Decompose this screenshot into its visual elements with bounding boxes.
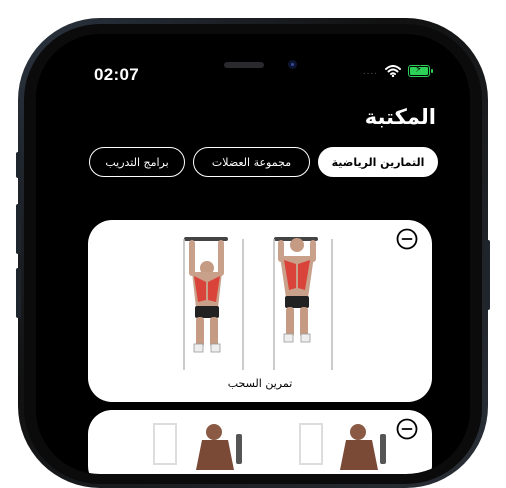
tab-exercises[interactable]: التمارين الرياضية xyxy=(318,147,438,177)
volume-up-button xyxy=(16,204,21,254)
side-button-left xyxy=(16,152,21,178)
exercise-card[interactable] xyxy=(88,410,432,474)
status-icons: .... ⚡ xyxy=(362,64,433,77)
pull-up-illustration xyxy=(183,237,333,370)
minus-circle-icon[interactable] xyxy=(396,228,418,250)
battery-icon: ⚡ xyxy=(408,64,433,77)
front-camera xyxy=(288,60,297,69)
tab-bar: التمارين الرياضية مجموعة العضلات برامج ا… xyxy=(81,147,438,177)
page-title: المكتبة xyxy=(364,105,436,129)
exercise-illustration xyxy=(153,423,386,470)
minus-circle-icon[interactable] xyxy=(396,418,418,440)
screen: 02:07 .... ⚡ المكتبة التمارين الرياضية م… xyxy=(36,34,470,474)
tab-training-programs[interactable]: برامج التدريب xyxy=(89,147,185,177)
volume-down-button xyxy=(16,268,21,318)
exercise-card[interactable]: تمرين السحب xyxy=(88,220,432,402)
status-time: 02:07 xyxy=(94,65,139,84)
charging-bolt-icon: ⚡ xyxy=(415,64,423,75)
speaker xyxy=(224,62,264,68)
wifi-icon xyxy=(385,65,401,77)
exercise-name: تمرين السحب xyxy=(227,377,293,390)
power-button xyxy=(485,240,490,310)
notch xyxy=(174,34,332,80)
signal-dots: .... xyxy=(362,65,378,77)
tab-muscle-groups[interactable]: مجموعة العضلات xyxy=(193,147,310,177)
